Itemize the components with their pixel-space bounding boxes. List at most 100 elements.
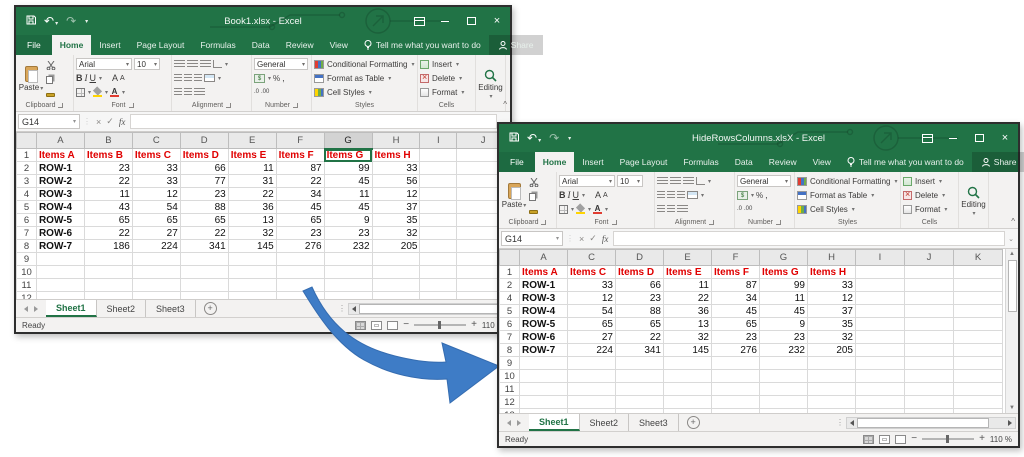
increase-indent-icon[interactable] [667,205,675,213]
prev-sheet-icon[interactable] [24,306,28,312]
font-size-select[interactable]: 10▾ [617,175,643,187]
formula-bar-expand-icon[interactable]: ⌄ [1008,235,1016,243]
cell-I4[interactable] [856,292,905,305]
select-all-corner[interactable] [500,250,520,266]
cell-G8[interactable]: 232 [324,240,372,253]
font-size-select[interactable]: 10▾ [134,58,160,70]
redo-icon[interactable]: ↷ [66,15,76,27]
format-cells-button[interactable]: Format▾ [420,85,473,99]
zoom-slider-knob[interactable] [946,435,949,443]
cell-I8[interactable] [420,240,457,253]
cell-G1[interactable]: Items G [324,149,372,162]
column-header-B[interactable]: B [84,133,132,149]
cell-H6[interactable]: 35 [808,318,856,331]
cell-styles-button[interactable]: Cell Styles▾ [314,85,415,99]
align-top-icon[interactable] [174,60,185,68]
cell-G7[interactable]: 23 [324,227,372,240]
sheet-tab-sheet1[interactable]: Sheet1 [46,300,97,317]
cell-C11[interactable] [132,279,180,292]
cell-J1[interactable] [905,266,954,279]
cell-E7[interactable]: 32 [228,227,276,240]
cell-H1[interactable]: Items H [372,149,420,162]
increase-decimal-button[interactable]: .0 [254,89,259,95]
number-dialog-launcher-icon[interactable] [776,220,781,225]
zoom-out-icon[interactable]: − [911,434,917,444]
cell-C8[interactable]: 224 [568,344,616,357]
new-sheet-icon[interactable]: + [687,416,700,429]
row-header-1[interactable]: 1 [17,149,37,162]
qat-customize-icon[interactable]: ▾ [85,18,88,25]
sheet-tab-sheet2[interactable]: Sheet2 [97,300,147,317]
cut-icon[interactable] [529,177,540,187]
conditional-formatting-button[interactable]: Conditional Formatting▾ [797,174,898,188]
cell-G12[interactable] [760,396,808,409]
cell-D7[interactable]: 22 [616,331,664,344]
cell-I5[interactable] [420,201,457,214]
cell-E10[interactable] [664,370,712,383]
tell-me-box[interactable]: Tell me what you want to do [356,35,489,55]
cell-F8[interactable]: 276 [276,240,324,253]
cell-F5[interactable]: 45 [276,201,324,214]
qat-customize-icon[interactable]: ▾ [568,135,571,142]
cell-F9[interactable] [712,357,760,370]
cell-J10[interactable] [905,370,954,383]
decrease-indent-icon[interactable] [174,88,182,96]
cell-I9[interactable] [856,357,905,370]
title-bar[interactable]: ↶▾ ↷ ▾ Book1.xlsx - Excel × [16,7,510,35]
cell-J6[interactable] [905,318,954,331]
tab-review[interactable]: Review [278,35,322,55]
align-left-icon[interactable] [657,191,665,199]
ribbon-display-options-icon[interactable] [406,7,432,35]
cell-D4[interactable]: 23 [616,292,664,305]
formula-cancel-icon[interactable]: × [579,234,584,244]
row-header-5[interactable]: 5 [17,201,37,214]
cell-H11[interactable] [808,383,856,396]
cell-A10[interactable] [520,370,568,383]
tab-page-layout[interactable]: Page Layout [129,35,193,55]
cell-C5[interactable]: 54 [568,305,616,318]
cell-K8[interactable] [954,344,1003,357]
cell-C4[interactable]: 12 [132,188,180,201]
cell-C7[interactable]: 27 [132,227,180,240]
cell-C1[interactable]: Items C [568,266,616,279]
cell-C3[interactable]: 33 [132,175,180,188]
copy-icon[interactable] [529,191,540,201]
cell-E8[interactable]: 145 [228,240,276,253]
cell-A7[interactable]: ROW-6 [36,227,84,240]
cell-I7[interactable] [856,331,905,344]
borders-icon[interactable] [76,88,85,97]
insert-cells-button[interactable]: Insert▾ [903,174,956,188]
cell-E9[interactable] [664,357,712,370]
merge-center-icon[interactable] [687,191,698,199]
cell-A3[interactable]: ROW-2 [36,175,84,188]
paste-button[interactable]: Paste▾ [18,57,44,100]
cell-F1[interactable]: Items F [276,149,324,162]
column-header-H[interactable]: H [808,250,856,266]
vertical-scroll-thumb[interactable] [1008,260,1017,312]
cell-E3[interactable]: 31 [228,175,276,188]
cell-F9[interactable] [276,253,324,266]
insert-cells-button[interactable]: Insert▾ [420,57,473,71]
fill-color-icon[interactable] [93,88,102,97]
cell-F2[interactable]: 87 [276,162,324,175]
align-right-icon[interactable] [677,191,685,199]
cell-A4[interactable]: ROW-3 [520,292,568,305]
tell-me-box[interactable]: Tell me what you want to do [839,152,972,172]
row-header-12[interactable]: 12 [500,396,520,409]
row-header-7[interactable]: 7 [500,331,520,344]
cell-K1[interactable] [954,266,1003,279]
bold-button[interactable]: B [559,190,566,200]
number-dialog-launcher-icon[interactable] [293,103,298,108]
new-sheet-icon[interactable]: + [204,302,217,315]
cell-G10[interactable] [324,266,372,279]
formula-enter-icon[interactable]: ✓ [106,116,114,127]
orientation-icon[interactable] [696,177,705,185]
cell-D9[interactable] [616,357,664,370]
comma-style-button[interactable]: , [765,190,768,200]
cell-H10[interactable] [372,266,420,279]
cell-F5[interactable]: 45 [712,305,760,318]
close-button[interactable]: × [484,7,510,35]
cell-G10[interactable] [760,370,808,383]
insert-function-icon[interactable]: fx [119,117,126,127]
cell-G7[interactable]: 23 [760,331,808,344]
